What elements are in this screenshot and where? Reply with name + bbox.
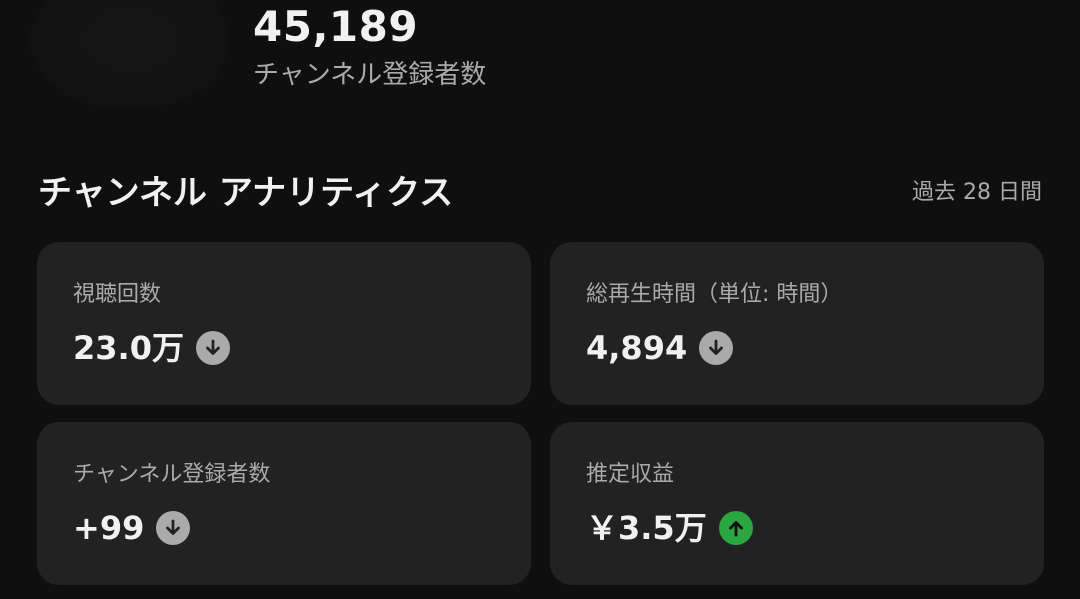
arrow-down-icon (195, 331, 230, 365)
metric-value: 4,894 (586, 329, 688, 367)
metric-card-subscribers[interactable]: チャンネル登録者数 +99 (37, 422, 531, 585)
subscriber-label: チャンネル登録者数 (253, 60, 487, 90)
arrow-down-icon (156, 511, 191, 545)
metric-card-views[interactable]: 視聴回数 23.0万 (37, 242, 531, 405)
metric-value: ￥3.5万 (586, 509, 707, 547)
subscriber-count: 45,189 (253, 2, 419, 51)
analytics-title: チャンネル アナリティクス (38, 173, 454, 213)
metric-value-row: +99 (73, 508, 191, 548)
metric-label: 推定収益 (586, 462, 675, 487)
metric-label: 総再生時間（単位: 時間） (586, 282, 843, 307)
channel-avatar (30, 0, 230, 110)
arrow-up-icon (718, 511, 753, 545)
metric-value-row: 4,894 (586, 328, 734, 368)
analytics-period: 過去 28 日間 (912, 180, 1042, 205)
arrow-down-icon (699, 331, 734, 365)
metric-card-revenue[interactable]: 推定収益 ￥3.5万 (550, 422, 1044, 585)
metric-value: +99 (73, 509, 145, 547)
metric-value-row: 23.0万 (73, 328, 230, 368)
metric-card-watch-time[interactable]: 総再生時間（単位: 時間） 4,894 (550, 242, 1044, 405)
metric-value-row: ￥3.5万 (586, 508, 753, 548)
metric-label: チャンネル登録者数 (73, 462, 271, 487)
metric-label: 視聴回数 (73, 282, 162, 307)
metric-value: 23.0万 (73, 329, 184, 367)
